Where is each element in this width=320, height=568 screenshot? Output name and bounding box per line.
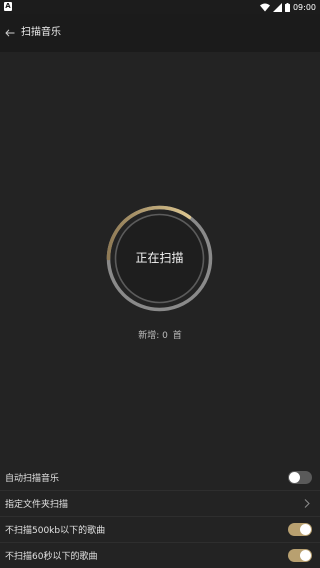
setting-label: 指定文件夹扫描 bbox=[5, 500, 69, 510]
setting-folder-scan[interactable]: 指定文件夹扫描 bbox=[0, 490, 320, 516]
toggle-knob bbox=[300, 524, 311, 535]
status-indicators: 09:00 bbox=[259, 0, 316, 14]
scan-status-label: 正在扫描 bbox=[135, 251, 184, 265]
setting-auto-scan[interactable]: 自动扫描音乐 bbox=[0, 465, 320, 490]
toggle-knob bbox=[289, 472, 300, 483]
new-count-unit: 首 bbox=[172, 331, 182, 341]
setting-skip-small-files[interactable]: 不扫描500kb以下的歌曲 bbox=[0, 516, 320, 542]
skip-short-songs-toggle[interactable] bbox=[288, 549, 312, 562]
status-bar: A 09:00 bbox=[0, 0, 320, 14]
scan-progress-ring: 正在扫描 bbox=[106, 205, 213, 312]
battery-icon bbox=[284, 2, 290, 12]
auto-scan-toggle[interactable] bbox=[288, 471, 312, 484]
toggle-knob bbox=[300, 550, 311, 561]
top-app-bar: 扫描音乐 bbox=[0, 14, 320, 52]
setting-label: 不扫描500kb以下的歌曲 bbox=[5, 526, 106, 536]
arrow-left-icon bbox=[5, 29, 15, 37]
new-count-value: 新增: 0 bbox=[138, 331, 168, 341]
setting-label: 不扫描60秒以下的歌曲 bbox=[5, 552, 98, 562]
setting-skip-short-songs[interactable]: 不扫描60秒以下的歌曲 bbox=[0, 542, 320, 568]
app-notification-icon: A bbox=[4, 2, 12, 11]
page-title: 扫描音乐 bbox=[21, 27, 61, 38]
scan-music-screen: A 09:00 扫描音乐 正在扫描 新增: 0 首 自动扫描音乐 指定文件夹扫描… bbox=[0, 0, 320, 568]
skip-small-files-toggle[interactable] bbox=[288, 523, 312, 536]
new-songs-count: 新增: 0 首 bbox=[0, 328, 320, 341]
setting-label: 自动扫描音乐 bbox=[5, 474, 60, 484]
clock-time: 09:00 bbox=[292, 2, 316, 12]
chevron-right-icon bbox=[304, 499, 310, 508]
back-button[interactable] bbox=[0, 14, 20, 52]
wifi-icon bbox=[259, 3, 270, 11]
signal-icon bbox=[272, 2, 282, 12]
scan-settings-list: 自动扫描音乐 指定文件夹扫描 不扫描500kb以下的歌曲 不扫描60秒以下的歌曲 bbox=[0, 465, 320, 568]
